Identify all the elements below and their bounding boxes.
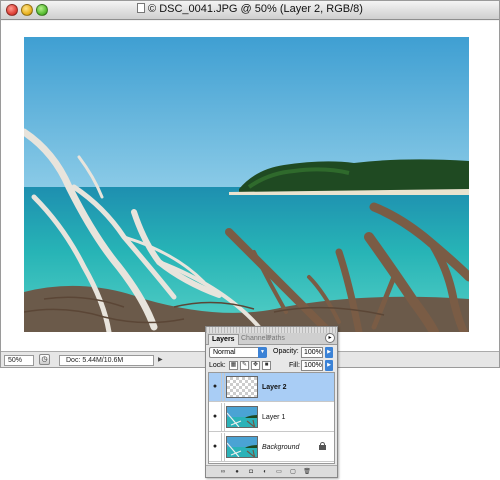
eye-icon[interactable]: ● — [209, 433, 222, 462]
lock-transparency-icon[interactable]: ▦ — [229, 361, 238, 370]
document-icon — [137, 3, 146, 13]
fill-label: Fill: — [289, 362, 300, 369]
blend-mode-value: Normal — [213, 349, 236, 356]
layer-name[interactable]: Layer 1 — [262, 414, 285, 421]
fx-icon[interactable]: ● — [232, 468, 242, 476]
layer-row-background[interactable]: ● Background — [209, 433, 334, 462]
new-layer-icon[interactable]: ▢ — [288, 468, 298, 476]
lock-fill-row: Lock: ▦ ✎ ✥ ■ Fill: 100% ▶ — [209, 360, 336, 372]
beach-photo — [24, 37, 469, 332]
tab-paths[interactable]: Paths — [264, 334, 288, 345]
layer-thumbnail — [226, 376, 258, 398]
layer-link-slot[interactable] — [222, 373, 225, 402]
status-options-button[interactable]: ◷ — [39, 354, 50, 365]
tab-layers[interactable]: Layers — [208, 334, 239, 345]
document-size-info: Doc: 5.44M/10.6M — [59, 355, 154, 366]
window-title: © DSC_0041.JPG @ 50% (Layer 2, RGB/8) — [1, 3, 499, 15]
layer-thumbnail — [226, 436, 258, 458]
chevron-down-icon: ▼ — [258, 347, 267, 358]
doc-size-text: Doc: 5.44M/10.6M — [66, 357, 124, 364]
layer-link-slot[interactable] — [222, 433, 225, 462]
layer-row-layer-2[interactable]: ● Layer 2 — [209, 373, 334, 402]
layer-row-layer-1[interactable]: ● Layer 1 — [209, 403, 334, 432]
blend-mode-select[interactable]: Normal ▼ — [209, 347, 267, 358]
document-window: © DSC_0041.JPG @ 50% (Layer 2, RGB/8) 50… — [0, 0, 500, 368]
fill-slider-button[interactable]: ▶ — [325, 360, 333, 371]
link-icon[interactable]: ∞ — [218, 468, 228, 476]
layer-thumbnail — [226, 406, 258, 428]
lock-position-icon[interactable]: ✥ — [251, 361, 260, 370]
layers-panel: Layers Channels Paths ▸ Normal ▼ Opacity… — [205, 326, 338, 478]
blend-opacity-row: Normal ▼ Opacity: 100% ▶ — [209, 347, 336, 359]
status-menu-arrow-icon[interactable]: ▶ — [158, 356, 163, 363]
eye-icon[interactable]: ● — [209, 373, 222, 402]
lock-label: Lock: — [209, 362, 226, 369]
opacity-label: Opacity: — [273, 348, 299, 355]
adjustment-icon[interactable]: ◐ — [260, 468, 270, 476]
zoom-level-field[interactable]: 50% — [4, 355, 34, 366]
layer-name[interactable]: Layer 2 — [262, 384, 287, 391]
opacity-field[interactable]: 100% — [301, 347, 323, 358]
lock-icon — [319, 442, 326, 450]
copyright-mark: © — [148, 3, 157, 15]
layer-name[interactable]: Background — [262, 444, 299, 451]
trash-icon[interactable]: 🗑 — [302, 468, 312, 476]
eye-icon[interactable]: ● — [209, 403, 222, 432]
layer-link-slot[interactable] — [222, 403, 225, 432]
fill-field[interactable]: 100% — [301, 360, 323, 371]
panel-tabs: Layers Channels Paths ▸ — [206, 333, 337, 345]
canvas-area[interactable] — [1, 21, 499, 351]
panel-footer: ∞ ● ◘ ◐ ▭ ▢ 🗑 — [206, 465, 337, 477]
panel-menu-button[interactable]: ▸ — [325, 333, 335, 343]
opacity-slider-button[interactable]: ▶ — [325, 347, 333, 358]
window-title-text: DSC_0041.JPG @ 50% (Layer 2, RGB/8) — [159, 3, 363, 15]
photo-canvas[interactable] — [24, 37, 469, 332]
title-bar[interactable]: © DSC_0041.JPG @ 50% (Layer 2, RGB/8) — [1, 1, 499, 20]
lock-all-icon[interactable]: ■ — [262, 361, 271, 370]
mask-icon[interactable]: ◘ — [246, 468, 256, 476]
group-icon[interactable]: ▭ — [274, 468, 284, 476]
layer-list: ● Layer 2 ● Layer 1 ● Background — [208, 372, 335, 464]
lock-image-icon[interactable]: ✎ — [240, 361, 249, 370]
